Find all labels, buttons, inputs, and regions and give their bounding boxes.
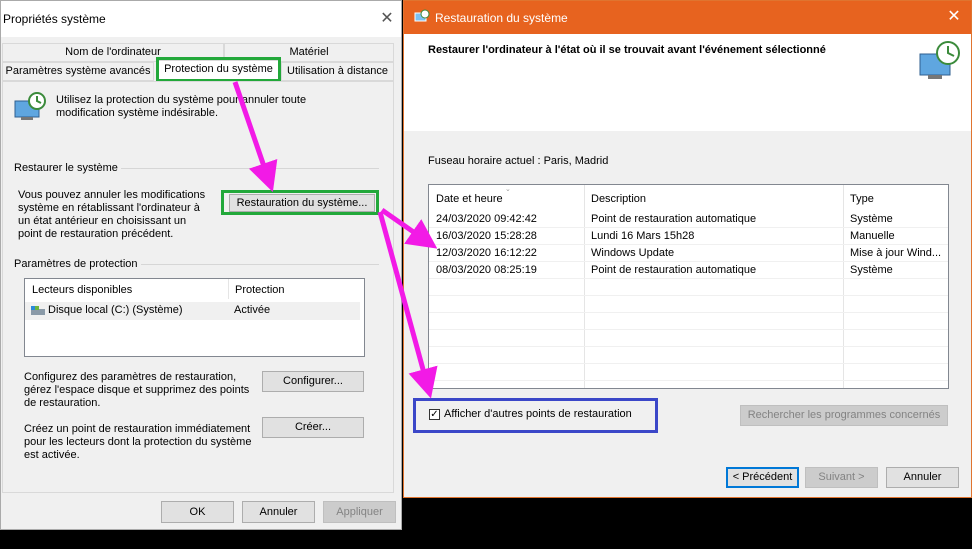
arrow-tab-to-button [232, 81, 278, 193]
annotation-arrows [232, 81, 438, 399]
